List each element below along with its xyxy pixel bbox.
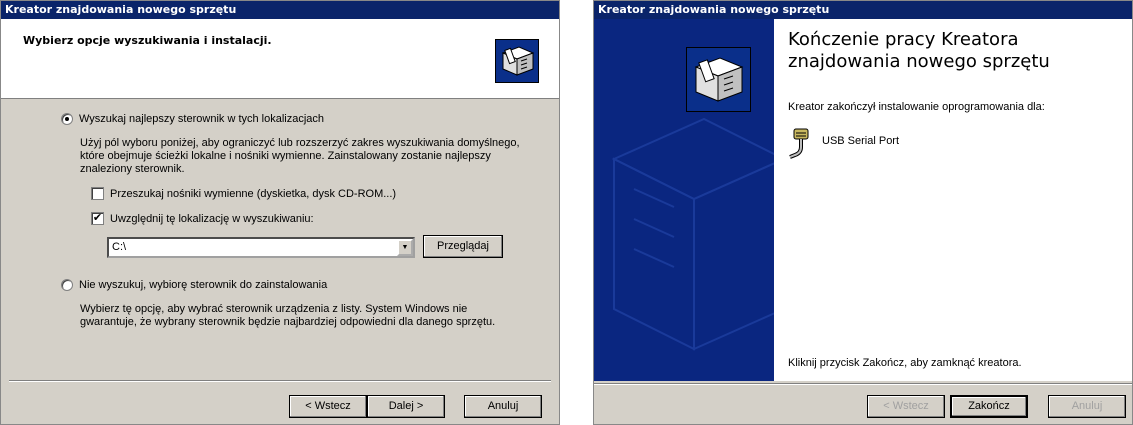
wizard-sidebar xyxy=(594,19,774,381)
hardware-icon xyxy=(495,39,539,83)
check-removable-media[interactable]: Przeszukaj nośniki wymienne (dyskietka, … xyxy=(91,187,396,200)
title-line: Kończenie pracy Kreatora xyxy=(788,29,1019,50)
wizard-header: Wybierz opcje wyszukiwania i instalacji. xyxy=(1,19,559,99)
desc-line: znaleziony sterownik. xyxy=(80,163,185,175)
title-bar: Kreator znajdowania nowego sprzętu xyxy=(1,1,559,19)
close-hint: Kliknij przycisk Zakończ, aby zamknąć kr… xyxy=(788,357,1022,369)
serial-port-icon xyxy=(788,127,818,166)
back-button[interactable]: < Wstecz xyxy=(289,395,367,418)
cancel-button[interactable]: Anuluj xyxy=(1048,395,1126,418)
finished-text: Kreator zakończył instalowanie oprogramo… xyxy=(788,101,1045,113)
check-removable-label: Przeszukaj nośniki wymienne (dyskietka, … xyxy=(110,187,397,200)
desc-line: które obejmuje ścieżki lokalne i nośniki… xyxy=(80,150,491,162)
wizard-search-options-window: Kreator znajdowania nowego sprzętu Wybie… xyxy=(0,0,560,425)
title-bar: Kreator znajdowania nowego sprzętu xyxy=(594,1,1132,19)
sidebar-watermark-icon xyxy=(611,47,774,351)
next-button[interactable]: Dalej > xyxy=(367,395,445,418)
option-manual-label: Nie wyszukuj, wybiorę sterownik do zains… xyxy=(79,279,328,291)
check-location-label: Uwzględnij tę lokalizację w wyszukiwaniu… xyxy=(110,212,314,225)
checkbox-unchecked-icon xyxy=(91,187,104,200)
cancel-button[interactable]: Anuluj xyxy=(464,395,542,418)
option-manual-radio[interactable]: Nie wyszukuj, wybiorę sterownik do zains… xyxy=(61,279,327,291)
check-include-location[interactable]: ✔ Uwzględnij tę lokalizację w wyszukiwan… xyxy=(91,212,314,225)
divider xyxy=(594,383,1132,385)
finish-button[interactable]: Zakończ xyxy=(950,395,1028,418)
divider xyxy=(9,380,551,382)
back-button[interactable]: < Wstecz xyxy=(867,395,945,418)
header-title: Wybierz opcje wyszukiwania i instalacji. xyxy=(23,34,272,47)
desc-line: Użyj pól wyboru poniżej, aby ograniczyć … xyxy=(80,137,520,149)
location-value: C:\ xyxy=(112,241,127,253)
title-line: znajdowania nowego sprzętu xyxy=(788,51,1050,72)
desc-line: Wybierz tę opcję, aby wybrać sterownik u… xyxy=(80,303,468,315)
wizard-complete-window: Kreator znajdowania nowego sprzętu Kończ… xyxy=(593,0,1133,425)
location-combobox[interactable]: C:\ ▼ xyxy=(107,237,415,258)
chevron-down-icon[interactable]: ▼ xyxy=(397,239,413,256)
page-title: Kończenie pracy Kreatora znajdowania now… xyxy=(788,29,1050,73)
radio-selected-icon xyxy=(61,113,73,125)
option-search-radio[interactable]: Wyszukaj najlepszy sterownik w tych loka… xyxy=(61,113,324,125)
option-manual-description: Wybierz tę opcję, aby wybrać sterownik u… xyxy=(80,303,495,329)
radio-unselected-icon xyxy=(61,279,73,291)
wizard-content: Kończenie pracy Kreatora znajdowania now… xyxy=(774,19,1132,381)
option-search-description: Użyj pól wyboru poniżej, aby ograniczyć … xyxy=(80,137,520,176)
desc-line: gwarantuje, że wybrany sterownik będzie … xyxy=(80,316,496,328)
option-search-label: Wyszukaj najlepszy sterownik w tych loka… xyxy=(79,113,325,125)
checkbox-checked-icon: ✔ xyxy=(91,212,104,225)
browse-button[interactable]: Przeglądaj xyxy=(423,235,503,258)
device-name: USB Serial Port xyxy=(822,135,900,147)
